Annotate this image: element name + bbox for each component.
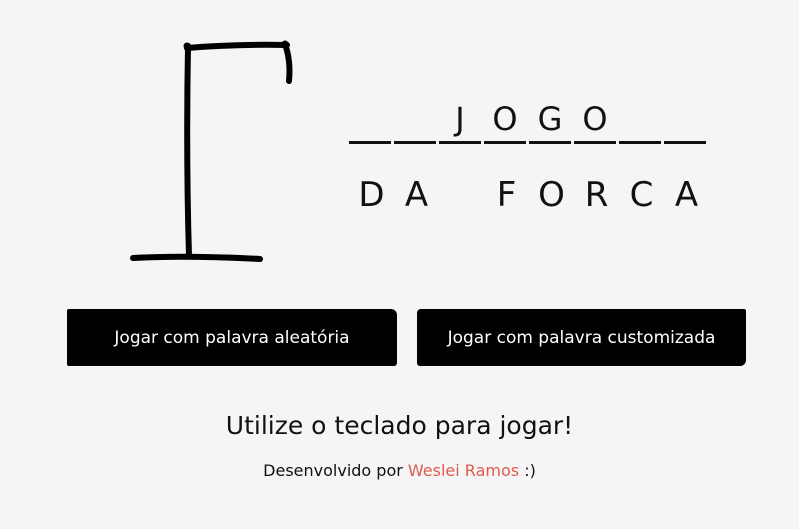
title-slot — [664, 96, 706, 144]
footer-credits: Desenvolvido por Weslei Ramos :) — [0, 459, 799, 483]
title-slot — [394, 96, 436, 144]
title-slot: O — [574, 96, 616, 144]
title-letter: A — [674, 175, 699, 215]
title-slot: G — [529, 96, 571, 144]
title-letter — [439, 170, 484, 220]
gallows-beam — [184, 41, 290, 51]
title-letter: A — [404, 175, 429, 215]
keyboard-instruction: Utilize o teclado para jogar! — [225, 411, 574, 440]
play-custom-word-button[interactable]: Jogar com palavra customizada — [417, 309, 746, 366]
title-letter: D — [358, 175, 385, 215]
title-slot — [619, 96, 661, 144]
title-word-jogo: J O G O — [349, 96, 709, 146]
play-random-word-button[interactable]: Jogar com palavra aleatória — [67, 309, 397, 366]
title-letter: F — [496, 175, 517, 215]
title-letter: O — [538, 175, 565, 215]
title-letter: C — [629, 175, 654, 215]
title-slot: J — [439, 96, 481, 144]
footer-suffix: :) — [524, 461, 536, 480]
author-link[interactable]: Weslei Ramos — [408, 461, 519, 480]
gallows-pole — [184, 43, 192, 259]
title-slot: O — [484, 96, 526, 144]
footer-prefix: Desenvolvido por — [263, 461, 403, 480]
gallows-rope — [282, 41, 293, 84]
title-slot — [349, 96, 391, 144]
gallows-base — [130, 253, 263, 262]
gallows-drawing — [130, 40, 293, 262]
title-words-da-forca: D A F O R C A — [349, 170, 709, 220]
title-letter: R — [584, 175, 609, 215]
